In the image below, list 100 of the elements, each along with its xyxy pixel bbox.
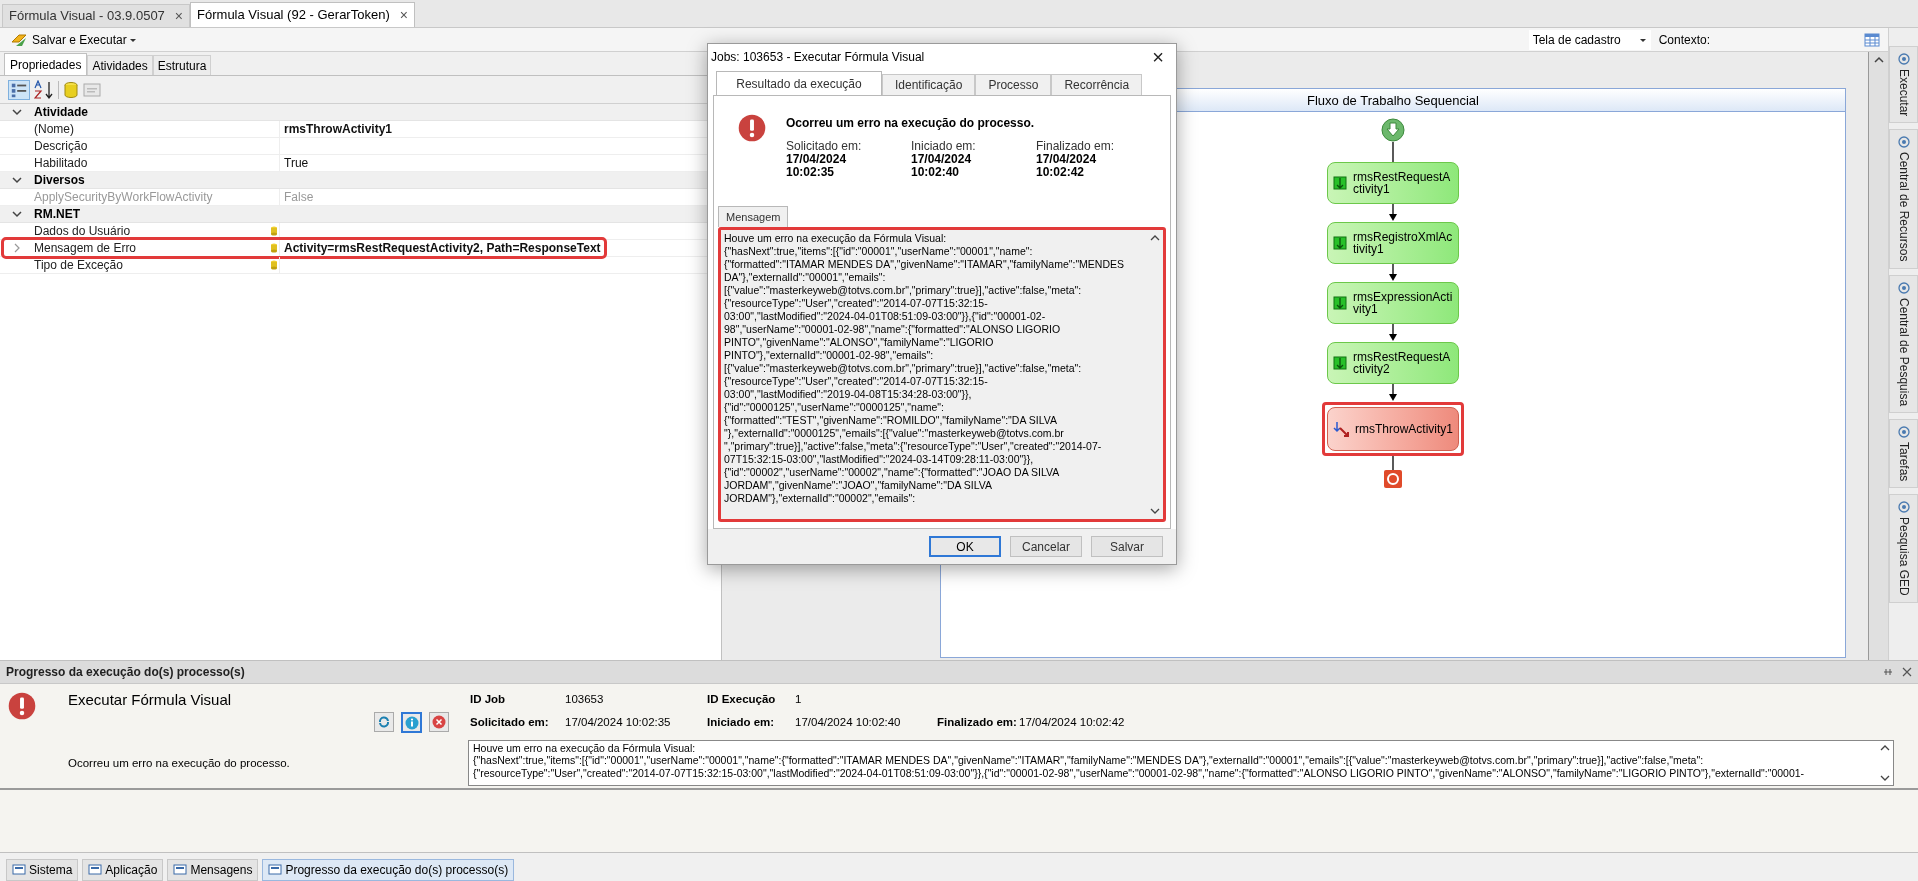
panel-tab[interactable]: Estrutura xyxy=(152,55,212,75)
side-panel-tab[interactable]: Pesquisa GED xyxy=(1889,494,1918,603)
property-label: (Nome) xyxy=(34,121,74,138)
panel-icon xyxy=(1897,53,1910,65)
refresh-button[interactable] xyxy=(374,712,394,732)
close-tab-icon[interactable]: × xyxy=(174,5,184,27)
table-view-icon xyxy=(1864,32,1880,47)
connector-arrow xyxy=(1387,264,1399,282)
scroll-up-icon xyxy=(1149,234,1160,242)
field-value: 17/04/2024 10:02:35 xyxy=(565,715,672,731)
panel-tab[interactable]: Propriedades xyxy=(4,53,88,75)
side-panel-tab[interactable]: Central de Pesquisa xyxy=(1889,274,1918,413)
field-value: 1 xyxy=(795,692,803,707)
scroll-up-icon[interactable] xyxy=(1873,56,1884,64)
message-tab[interactable]: Mensagem xyxy=(718,206,789,227)
window-icon xyxy=(173,864,188,876)
time-value: 10:02:42 xyxy=(1036,166,1086,179)
property-label: Tipo de Exceção xyxy=(34,257,123,274)
activity-node[interactable]: rmsExpressionActivity1 xyxy=(1327,282,1459,324)
connector-line xyxy=(1392,142,1394,162)
dialog-button[interactable]: Cancelar xyxy=(1010,536,1082,557)
refresh-icon xyxy=(377,715,391,729)
side-panel-tab[interactable]: Tarefas xyxy=(1889,418,1918,489)
connector-line xyxy=(1392,456,1394,470)
field-label: ID Execução xyxy=(707,692,777,707)
dialog-tab[interactable]: Identificação xyxy=(882,74,976,95)
dialog-tab[interactable]: Processo xyxy=(975,74,1052,95)
property-category: Atividade xyxy=(34,104,88,121)
throw-activity-node[interactable]: rmsThrowActivity1 xyxy=(1327,407,1459,451)
job-status: Ocorreu um erro na execução do processo. xyxy=(68,755,291,771)
property-label: Habilitado xyxy=(34,155,88,172)
error-icon xyxy=(738,114,766,142)
property-value[interactable]: True xyxy=(280,154,309,172)
dialog-button[interactable]: OK xyxy=(929,536,1001,557)
end-node-icon xyxy=(1384,470,1402,488)
collapse-chevron-icon[interactable] xyxy=(11,107,23,117)
activity-icon xyxy=(1333,236,1347,250)
connector-arrow xyxy=(1387,324,1399,342)
side-panel-tab[interactable]: Executar xyxy=(1889,46,1918,124)
collapse-chevron-icon[interactable] xyxy=(11,175,23,185)
panel-tab[interactable]: Atividades xyxy=(87,55,153,75)
bottom-tab[interactable]: Mensagens xyxy=(167,859,259,881)
field-value: 17/04/2024 10:02:40 xyxy=(795,715,902,731)
field-label: Finalizado em: xyxy=(937,715,1018,731)
dialog-tab[interactable]: Resultado da execução xyxy=(716,71,882,95)
bottom-tab[interactable]: Aplicação xyxy=(82,859,164,881)
close-tab-icon[interactable]: × xyxy=(399,4,408,26)
document-tab[interactable]: Fórmula Visual - 03.9.0507 × xyxy=(2,4,191,27)
vertical-scrollbar[interactable] xyxy=(1868,52,1888,660)
activity-node[interactable]: rmsRestRequestActivity1 xyxy=(1327,162,1459,204)
activity-icon xyxy=(1333,296,1347,310)
panel-icon xyxy=(1897,281,1910,294)
field-label: Iniciado em: xyxy=(707,715,776,731)
sort-alphabetical-icon[interactable] xyxy=(34,79,54,100)
time-label: Solicitado em: xyxy=(786,140,863,153)
collapse-chevron-icon[interactable] xyxy=(11,209,23,219)
field-label: ID Job xyxy=(470,692,507,707)
error-headline: Ocorreu um erro na execução do processo. xyxy=(786,115,1036,132)
close-button[interactable]: × xyxy=(1143,46,1173,67)
window-icon xyxy=(12,864,26,876)
screen-dropdown[interactable]: Tela de cadastro xyxy=(1528,29,1651,50)
context-label: Contexto: xyxy=(1658,31,1710,49)
property-category: Diversos xyxy=(34,172,85,189)
categorized-view-icon[interactable] xyxy=(8,79,30,100)
bottom-tab[interactable]: Progresso da execução do(s) processo(s) xyxy=(262,859,515,881)
bottom-tab[interactable]: Sistema xyxy=(6,859,79,881)
dialog-button[interactable]: Salvar xyxy=(1091,536,1163,557)
dropdown-caret-icon xyxy=(1638,36,1647,43)
property-value[interactable]: Activity=rmsRestRequestActivity2, Path=ResponseText xyxy=(280,239,601,257)
document-tab[interactable]: Fórmula Visual (92 - GerarToken) × xyxy=(190,2,415,27)
expand-chevron-icon[interactable] xyxy=(13,243,21,253)
time-value: 10:02:40 xyxy=(911,166,961,179)
activity-node[interactable]: rmsRegistroXmlActivity1 xyxy=(1327,222,1459,264)
dialog-tab[interactable]: Recorrência xyxy=(1051,74,1143,95)
field-value: 103653 xyxy=(565,692,605,707)
time-label: Iniciado em: xyxy=(911,140,977,153)
scroll-up-icon xyxy=(1880,743,1890,752)
info-button[interactable] xyxy=(401,712,422,733)
cancel-button[interactable] xyxy=(429,712,449,732)
info-icon xyxy=(404,715,419,730)
error-icon xyxy=(8,692,36,720)
close-icon xyxy=(1902,667,1912,677)
run-button[interactable]: Salvar e Executar xyxy=(8,28,129,51)
panel-icon xyxy=(1897,501,1910,514)
job-title: Executar Fórmula Visual xyxy=(68,690,233,710)
property-label: Mensagem de Erro xyxy=(34,240,137,257)
date-value: 17/04/2024 xyxy=(1036,153,1098,166)
database-icon[interactable] xyxy=(63,80,79,99)
field-value: 17/04/2024 10:02:42 xyxy=(1019,715,1126,731)
connector-arrow xyxy=(1387,384,1399,402)
property-value[interactable]: rmsThrowActivity1 xyxy=(280,120,393,138)
dialog-title: Jobs: 103653 - Executar Fórmula Visual xyxy=(711,48,925,66)
side-panel-tab[interactable]: Central de Recursos xyxy=(1889,129,1918,269)
panel-title: Progresso da execução do(s) processo(s) xyxy=(6,664,245,681)
scroll-down-icon xyxy=(1880,773,1890,782)
activity-node[interactable]: rmsRestRequestActivity2 xyxy=(1327,342,1459,384)
start-node-icon xyxy=(1381,118,1405,142)
time-value: 10:02:35 xyxy=(786,166,836,179)
window-icon xyxy=(88,864,103,876)
panel-icon xyxy=(1897,425,1910,438)
